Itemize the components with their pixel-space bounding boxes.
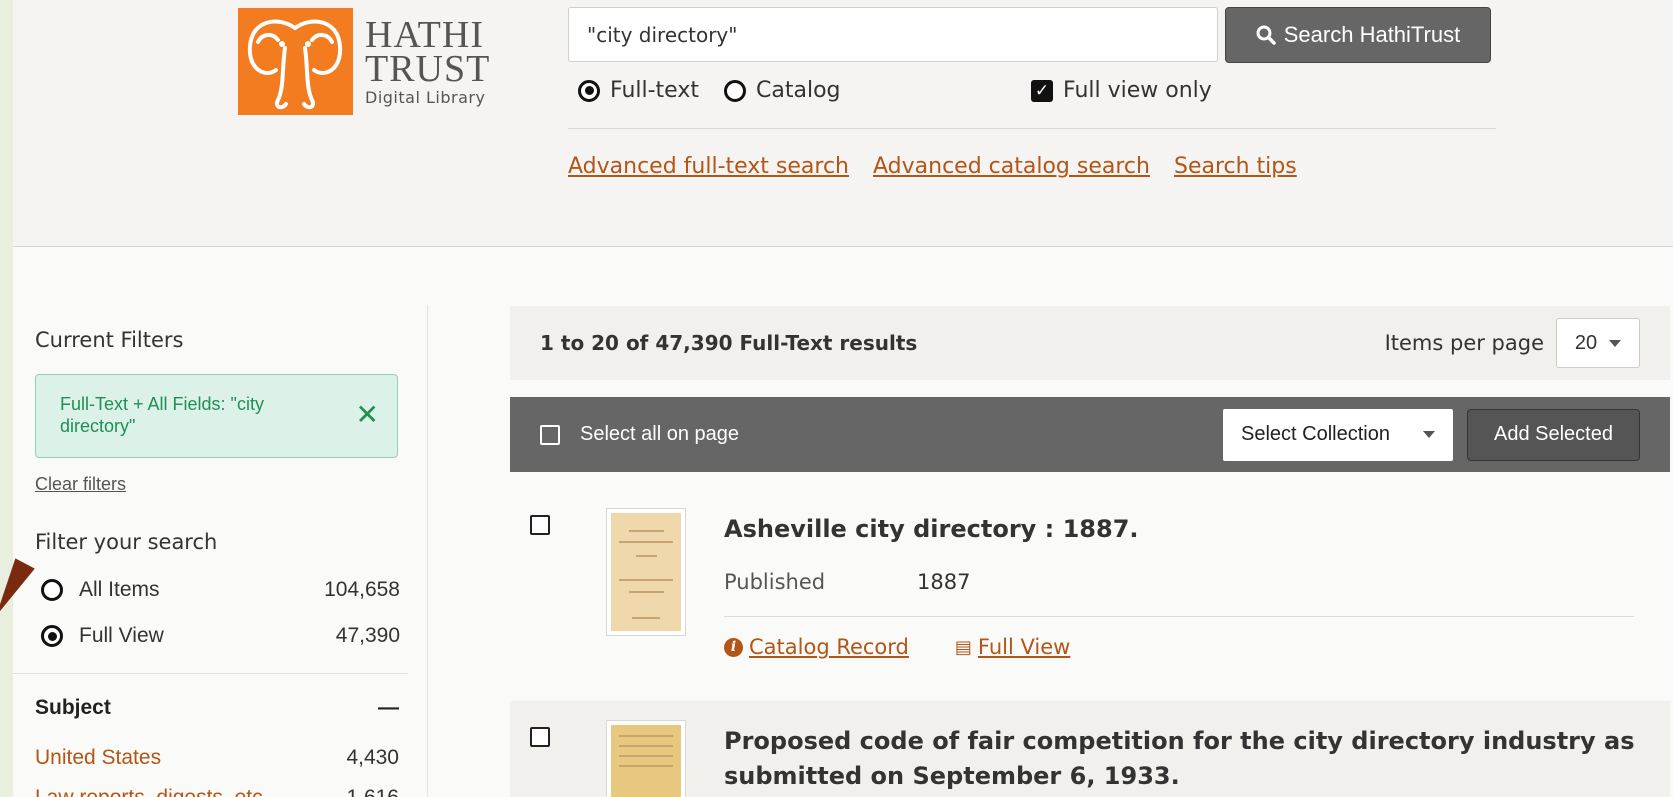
radio-selected-icon[interactable]	[578, 79, 600, 102]
facet-count: 47,390	[335, 624, 400, 647]
result-title[interactable]: Proposed code of fair competition for th…	[724, 724, 1635, 794]
catalog-record-label: Catalog Record	[749, 635, 909, 659]
search-button[interactable]: Search HathiTrust	[1225, 7, 1491, 63]
header-divider	[568, 128, 1496, 129]
published-label: Published	[724, 570, 826, 594]
result-checkbox[interactable]	[530, 727, 550, 747]
subject-count: 1,616	[346, 786, 399, 797]
result-title[interactable]: Asheville city directory : 1887.	[724, 512, 1139, 547]
results-count: 1 to 20 of 47,390 Full-Text results	[540, 331, 918, 355]
full-view-link[interactable]: ▤ Full View	[955, 635, 1070, 659]
filter-your-search-heading: Filter your search	[35, 530, 218, 554]
result-thumbnail[interactable]	[606, 720, 686, 797]
result-meta-published: Published 1887	[724, 570, 970, 594]
facet-full-view[interactable]: Full View 47,390	[35, 624, 400, 648]
subject-label: Law reports, digests, etc.	[35, 786, 268, 797]
info-icon: i	[724, 637, 743, 657]
select-all-label[interactable]: Select all on page	[580, 423, 739, 446]
facet-count: 104,658	[324, 578, 400, 601]
logo-tagline: Digital Library	[365, 88, 486, 107]
radio-unselected-icon[interactable]	[724, 79, 746, 102]
subject-count: 4,430	[346, 746, 399, 769]
result-divider	[724, 616, 1634, 617]
clear-filters-link[interactable]: Clear filters	[35, 474, 126, 495]
radio-unselected-icon[interactable]	[41, 579, 63, 601]
current-filters-heading: Current Filters	[35, 328, 184, 352]
results-summary-bar: 1 to 20 of 47,390 Full-Text results Item…	[510, 306, 1670, 380]
checkbox-checked-icon[interactable]: ✓	[1031, 79, 1053, 102]
search-links: Advanced full-text search Advanced catal…	[568, 154, 1297, 179]
elephant-icon[interactable]	[238, 8, 353, 115]
facet-label: Full View	[79, 624, 164, 647]
select-collection-dropdown[interactable]: Select Collection	[1223, 408, 1453, 461]
result-title-line: Proposed code of fair competition for th…	[724, 727, 1635, 755]
items-per-page-value: 20	[1574, 331, 1598, 354]
search-button-label: Search HathiTrust	[1283, 22, 1461, 47]
published-value: 1887	[917, 570, 971, 594]
search-icon	[1256, 25, 1276, 45]
scope-fulltext-option[interactable]: Full-text	[578, 78, 699, 103]
facet-label: All Items	[79, 578, 160, 601]
sidebar-divider	[427, 305, 428, 797]
subject-item[interactable]: Law reports, digests, etc. 1,616	[35, 786, 399, 797]
subject-label: United States	[35, 746, 162, 769]
page-frame: HATHI TRUST Digital Library "city direct…	[13, 0, 1673, 797]
full-view-only-checkbox[interactable]: ✓ Full view only	[1031, 78, 1212, 103]
site-header: HATHI TRUST Digital Library "city direct…	[13, 0, 1673, 247]
bulk-action-bar: Select all on page Select Collection Add…	[510, 397, 1670, 472]
result-checkbox[interactable]	[530, 515, 550, 535]
active-filter-label: Full-Text + All Fields: "city directory"	[60, 394, 264, 436]
logo-line-hathi: HATHI	[365, 14, 484, 56]
items-per-page-select[interactable]: 20	[1556, 318, 1640, 368]
catalog-record-link[interactable]: i Catalog Record	[724, 635, 909, 659]
scope-catalog-label: Catalog	[756, 78, 841, 103]
result-links: i Catalog Record ▤ Full View	[724, 635, 1070, 659]
scope-fulltext-label: Full-text	[610, 78, 699, 103]
chevron-down-icon	[1423, 431, 1435, 438]
advanced-catalog-link[interactable]: Advanced catalog search	[873, 154, 1150, 179]
document-icon: ▤	[954, 636, 972, 658]
search-query: "city directory"	[587, 22, 738, 47]
scope-catalog-option[interactable]: Catalog	[724, 78, 841, 103]
subject-facet-header[interactable]: Subject —	[35, 696, 399, 720]
select-all-checkbox[interactable]	[540, 424, 560, 445]
subject-heading: Subject	[35, 696, 111, 719]
search-tips-link[interactable]: Search tips	[1174, 154, 1297, 179]
book-cover-image	[611, 725, 681, 797]
result-title-line: submitted on September 6, 1933.	[724, 762, 1180, 790]
result-thumbnail[interactable]	[606, 508, 686, 636]
select-collection-label: Select Collection	[1241, 423, 1390, 445]
full-view-only-label: Full view only	[1063, 78, 1212, 103]
subject-item[interactable]: United States 4,430	[35, 746, 399, 770]
remove-filter-icon[interactable]: ✕	[356, 401, 379, 429]
full-view-label: Full View	[977, 635, 1071, 659]
add-selected-button[interactable]: Add Selected	[1467, 408, 1640, 461]
advanced-fulltext-link[interactable]: Advanced full-text search	[568, 154, 849, 179]
search-input[interactable]: "city directory"	[568, 7, 1218, 62]
sidebar-separator	[13, 673, 408, 674]
active-filter-chip: Full-Text + All Fields: "city directory"…	[35, 374, 398, 458]
chevron-down-icon	[1609, 339, 1622, 347]
facet-all-items[interactable]: All Items 104,658	[35, 578, 400, 602]
logo-line-trust: TRUST	[365, 48, 491, 90]
collapse-icon[interactable]: —	[378, 696, 399, 720]
site-logo-text[interactable]: HATHI TRUST Digital Library	[365, 14, 491, 107]
radio-selected-icon[interactable]	[41, 625, 63, 647]
book-cover-image	[611, 513, 681, 631]
items-per-page-label: Items per page	[1384, 331, 1544, 355]
